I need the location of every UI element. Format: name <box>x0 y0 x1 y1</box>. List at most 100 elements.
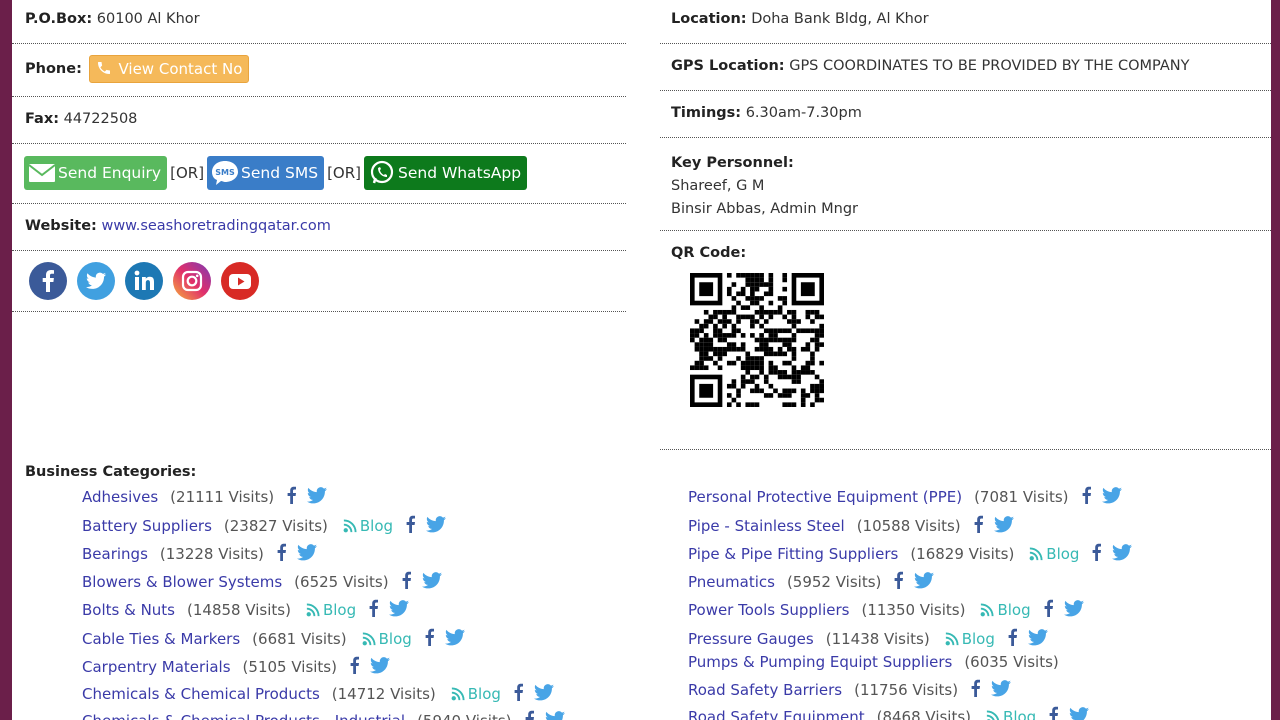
facebook-share-icon[interactable] <box>1043 599 1054 621</box>
category-link[interactable]: Pneumatics <box>688 573 775 591</box>
blog-label: Blog <box>467 685 501 703</box>
facebook-share-icon[interactable] <box>1091 543 1102 565</box>
blog-link[interactable]: Blog <box>979 601 1031 619</box>
facebook-share-icon[interactable] <box>1048 706 1059 720</box>
twitter-share-icon[interactable] <box>914 571 935 593</box>
category-link[interactable]: Power Tools Suppliers <box>688 601 849 619</box>
blog-link[interactable]: Blog <box>944 630 995 648</box>
send-whatsapp-label: Send WhatsApp <box>398 164 522 182</box>
twitter-share-icon[interactable] <box>421 571 442 593</box>
facebook-share-icon[interactable] <box>1081 486 1092 508</box>
category-item: Personal Protective Equipment (PPE) (7081… <box>688 486 1122 508</box>
facebook-share-icon[interactable] <box>513 683 524 705</box>
twitter-icon[interactable] <box>77 262 115 300</box>
category-item: Cable Ties & Markers (6681 Visits) Blog <box>82 628 465 650</box>
facebook-share-icon[interactable] <box>401 571 412 593</box>
category-visits: (16829 Visits) <box>910 545 1015 563</box>
whatsapp-icon <box>370 160 394 184</box>
category-visits: (14858 Visits) <box>187 601 291 619</box>
youtube-icon[interactable] <box>221 262 259 300</box>
facebook-share-icon[interactable] <box>286 486 297 508</box>
social-row <box>12 251 626 312</box>
category-link[interactable]: Pumps & Pumping Equipt Suppliers <box>688 653 952 671</box>
category-link[interactable]: Pipe - Stainless Steel <box>688 517 845 535</box>
twitter-share-icon[interactable] <box>1069 706 1090 720</box>
category-item: Pneumatics (5952 Visits) <box>688 571 935 593</box>
send-whatsapp-button[interactable]: Send WhatsApp <box>364 156 528 190</box>
blog-link[interactable]: Blog <box>1028 545 1079 563</box>
category-link[interactable]: Blowers & Blower Systems <box>82 573 282 591</box>
website-link[interactable]: www.seashoretradingqatar.com <box>101 218 330 234</box>
twitter-share-icon[interactable] <box>533 683 554 705</box>
category-link[interactable]: Battery Suppliers <box>82 517 212 535</box>
facebook-share-icon[interactable] <box>405 515 416 537</box>
category-item: Pumps & Pumping Equipt Suppliers (6035 Vi… <box>688 653 1059 671</box>
key-person-1: Shareef, G M <box>671 178 765 194</box>
facebook-icon[interactable] <box>29 262 67 300</box>
category-link[interactable]: Chemicals & Chemical Products - Industri… <box>82 712 405 720</box>
phone-icon <box>98 62 111 74</box>
category-link[interactable]: Adhesives <box>82 488 158 506</box>
send-sms-button[interactable]: SMS Send SMS <box>207 156 325 190</box>
twitter-share-icon[interactable] <box>389 599 410 621</box>
blog-link[interactable]: Blog <box>361 630 412 648</box>
twitter-share-icon[interactable] <box>296 543 317 565</box>
category-visits: (6035 Visits) <box>964 653 1059 671</box>
blog-link[interactable]: Blog <box>342 517 393 535</box>
linkedin-icon[interactable] <box>125 262 163 300</box>
gps-label: GPS Location: <box>671 58 785 74</box>
facebook-share-icon[interactable] <box>349 656 360 678</box>
facebook-share-icon[interactable] <box>424 628 435 650</box>
blog-icon <box>986 709 1000 720</box>
twitter-share-icon[interactable] <box>1027 628 1048 650</box>
category-link[interactable]: Pressure Gauges <box>688 630 814 648</box>
twitter-share-icon[interactable] <box>307 486 328 508</box>
key-personnel-label: Key Personnel: <box>671 155 794 171</box>
blog-link[interactable]: Blog <box>450 685 501 703</box>
facebook-share-icon[interactable] <box>276 543 287 565</box>
category-link[interactable]: Road Safety Equipment <box>688 708 865 720</box>
facebook-share-icon[interactable] <box>973 515 984 537</box>
twitter-share-icon[interactable] <box>426 515 447 537</box>
send-enquiry-button[interactable]: Send Enquiry <box>24 156 168 190</box>
category-link[interactable]: Road Safety Barriers <box>688 681 842 699</box>
phone-row: Phone: View Contact No <box>12 44 626 97</box>
category-link[interactable]: Personal Protective Equipment (PPE) <box>688 488 962 506</box>
category-link[interactable]: Bolts & Nuts <box>82 601 175 619</box>
category-item: Pipe & Pipe Fitting Suppliers (16829 Visi… <box>688 543 1133 565</box>
category-link[interactable]: Carpentry Materials <box>82 658 231 676</box>
twitter-share-icon[interactable] <box>1063 599 1084 621</box>
category-link[interactable]: Bearings <box>82 545 148 563</box>
facebook-share-icon[interactable] <box>368 599 379 621</box>
facebook-share-icon[interactable] <box>893 571 904 593</box>
blog-icon <box>1029 546 1043 560</box>
category-visits: (10588 Visits) <box>856 517 961 535</box>
category-visits: (14712 Visits) <box>331 685 436 703</box>
twitter-share-icon[interactable] <box>444 628 465 650</box>
twitter-share-icon[interactable] <box>369 656 390 678</box>
category-item: Carpentry Materials (5105 Visits) <box>82 656 390 678</box>
blog-icon <box>945 631 959 645</box>
view-contact-button[interactable]: View Contact No <box>89 55 250 83</box>
twitter-share-icon[interactable] <box>1112 543 1133 565</box>
qr-row: QR Code: <box>660 231 1271 450</box>
blog-link[interactable]: Blog <box>985 708 1036 720</box>
blog-link[interactable]: Blog <box>305 601 356 619</box>
category-item: Road Safety Equipment (8468 Visits) Blog <box>688 706 1090 720</box>
category-visits: (7081 Visits) <box>974 488 1069 506</box>
facebook-share-icon[interactable] <box>1007 628 1018 650</box>
twitter-share-icon[interactable] <box>545 710 565 720</box>
twitter-share-icon[interactable] <box>1101 486 1122 508</box>
category-link[interactable]: Pipe & Pipe Fitting Suppliers <box>688 545 898 563</box>
twitter-share-icon[interactable] <box>991 679 1012 701</box>
twitter-share-icon[interactable] <box>993 515 1014 537</box>
category-link[interactable]: Chemicals & Chemical Products <box>82 685 320 703</box>
category-visits: (5105 Visits) <box>242 658 337 676</box>
blog-label: Blog <box>1046 545 1080 563</box>
blog-label: Blog <box>359 517 394 535</box>
send-sms-label: Send SMS <box>241 164 319 182</box>
facebook-share-icon[interactable] <box>970 679 981 701</box>
category-link[interactable]: Cable Ties & Markers <box>82 630 240 648</box>
instagram-icon[interactable] <box>173 262 211 300</box>
facebook-share-icon[interactable] <box>524 710 535 720</box>
